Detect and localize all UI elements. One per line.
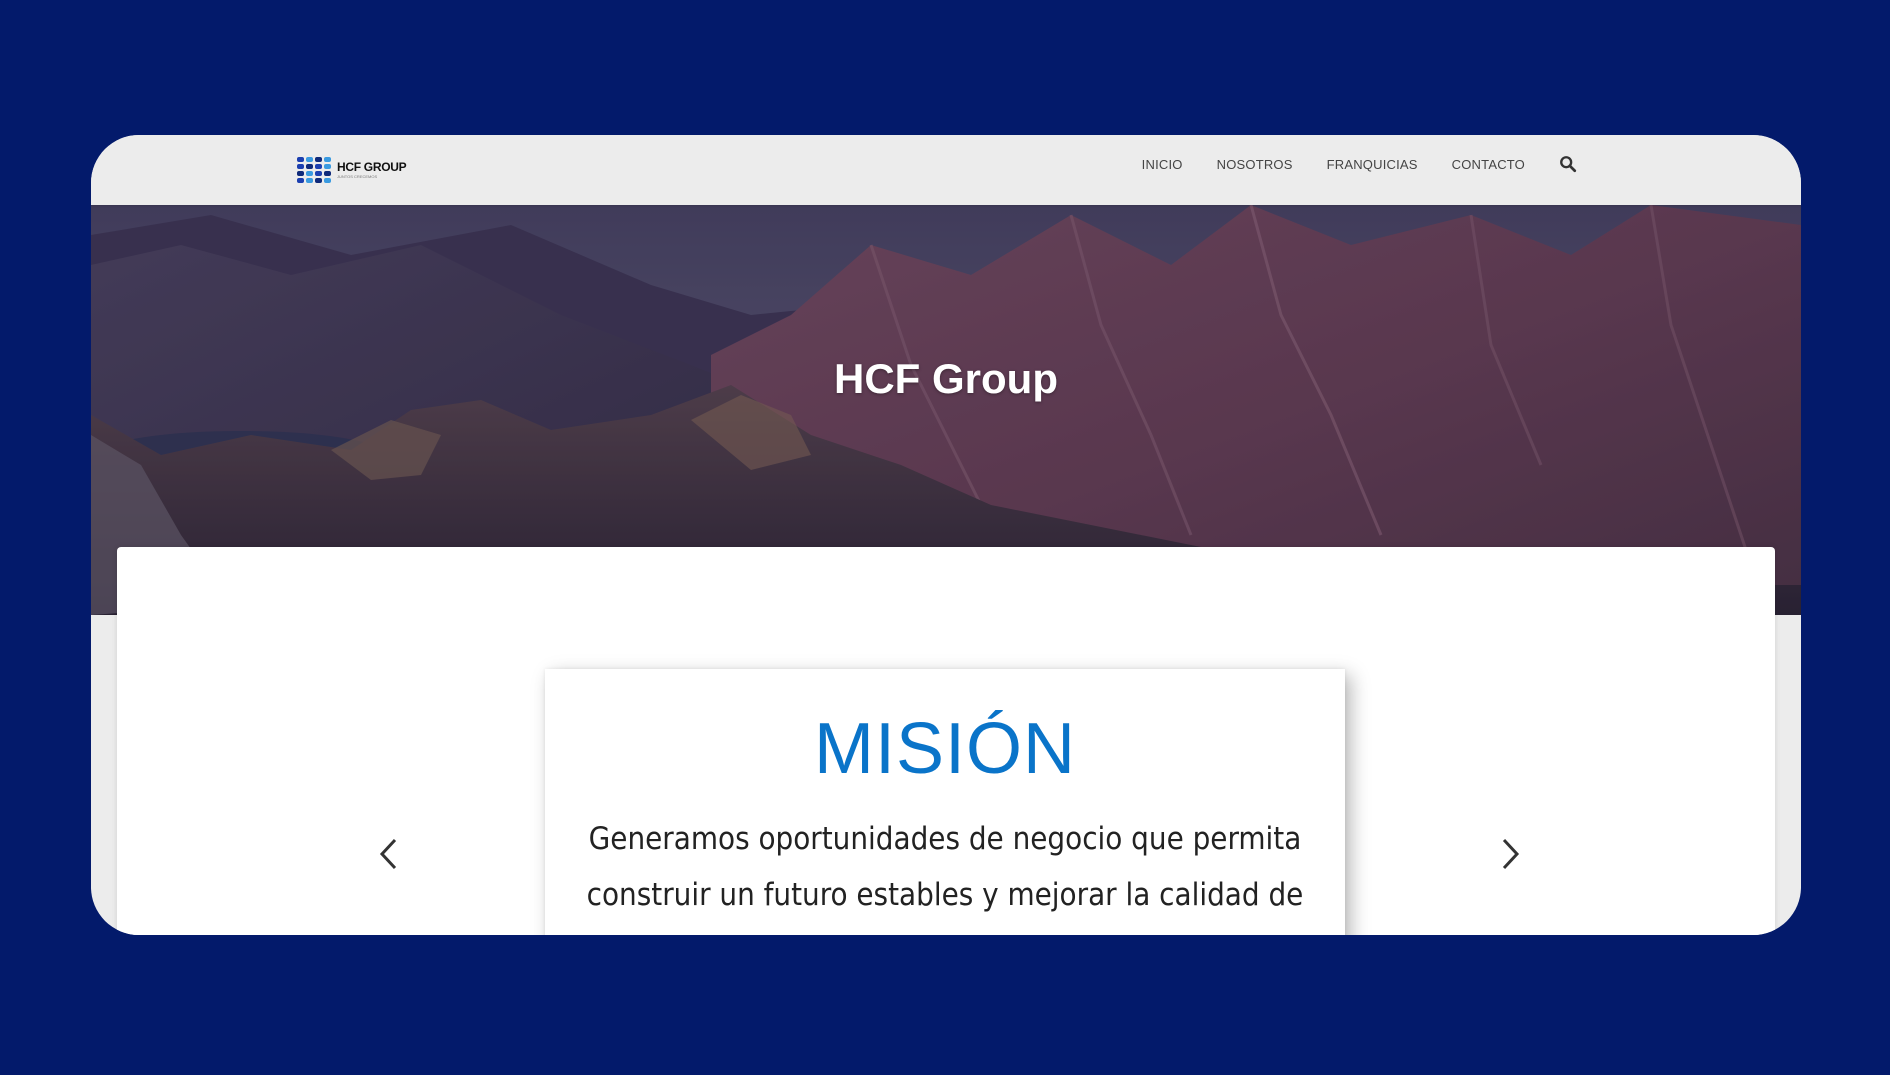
browser-frame: HCF GROUP JUNTOS CRECEMOS INICIO NOSOTRO… xyxy=(91,135,1801,935)
logo[interactable]: HCF GROUP JUNTOS CRECEMOS xyxy=(297,156,407,184)
content-panel: MISIÓN Generamos oportunidades de negoci… xyxy=(117,547,1775,935)
nav-item-nosotros[interactable]: NOSOTROS xyxy=(1217,157,1293,172)
carousel-slide-card: MISIÓN Generamos oportunidades de negoci… xyxy=(545,669,1345,935)
logo-tagline: JUNTOS CRECEMOS xyxy=(337,174,378,179)
nav-item-contacto[interactable]: CONTACTO xyxy=(1452,157,1525,172)
nav-menu: INICIO NOSOTROS FRANQUICIAS CONTACTO xyxy=(1142,135,1577,193)
carousel-next-button[interactable] xyxy=(1495,834,1525,874)
hero-title: HCF Group xyxy=(834,355,1058,402)
slide-text: Generamos oportunidades de negocio que p… xyxy=(586,821,1304,913)
logo-mark-icon xyxy=(297,157,331,183)
nav-item-inicio[interactable]: INICIO xyxy=(1142,157,1183,172)
carousel-prev-button[interactable] xyxy=(374,834,404,874)
search-icon[interactable] xyxy=(1559,155,1577,173)
navbar: HCF GROUP JUNTOS CRECEMOS INICIO NOSOTRO… xyxy=(91,135,1801,205)
logo-name: HCF GROUP xyxy=(337,160,407,174)
nav-item-franquicias[interactable]: FRANQUICIAS xyxy=(1327,157,1418,172)
logo-text: HCF GROUP JUNTOS CRECEMOS xyxy=(337,160,407,179)
slide-title: MISIÓN xyxy=(813,709,1076,789)
chevron-left-icon xyxy=(379,838,397,870)
chevron-right-icon xyxy=(1502,838,1520,870)
